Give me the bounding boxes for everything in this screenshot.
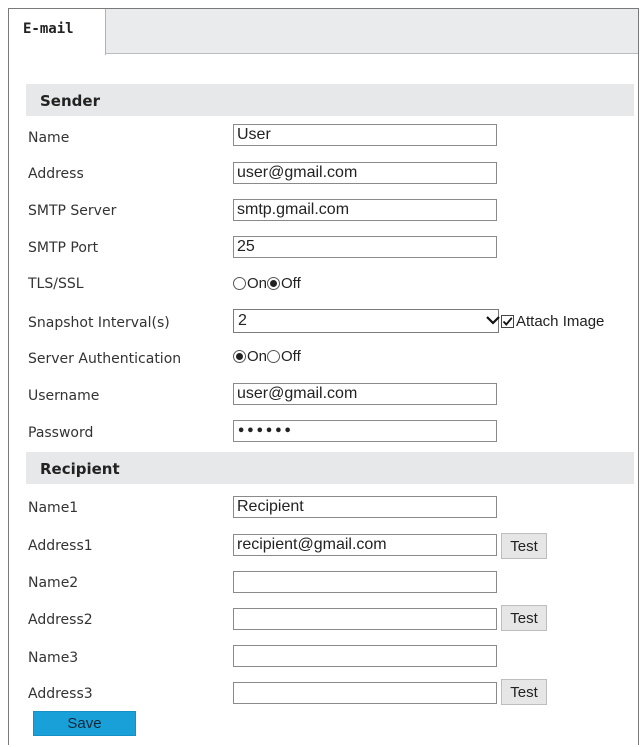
tls-on-label: On bbox=[247, 274, 268, 292]
name3-label: Name3 bbox=[28, 650, 79, 666]
test-address2-button[interactable]: Test bbox=[501, 605, 547, 631]
address1-label: Address1 bbox=[28, 538, 93, 554]
name2-label: Name2 bbox=[28, 575, 79, 591]
tls-off-radio[interactable] bbox=[267, 276, 281, 290]
attach-image-label: Attach Image bbox=[516, 312, 605, 330]
save-button[interactable]: Save bbox=[33, 711, 136, 736]
username-label: Username bbox=[28, 388, 100, 404]
server-auth-label: Server Authentication bbox=[28, 351, 182, 367]
name1-input[interactable] bbox=[233, 496, 497, 518]
snapshot-interval-select[interactable]: 2 bbox=[233, 309, 500, 333]
auth-off-label: Off bbox=[281, 347, 301, 365]
sender-address-input[interactable] bbox=[233, 162, 497, 184]
sender-name-label: Name bbox=[28, 130, 70, 146]
tab-email-label: E-mail bbox=[23, 21, 74, 37]
name1-label: Name1 bbox=[28, 500, 79, 516]
smtp-port-label: SMTP Port bbox=[28, 240, 99, 256]
name2-input[interactable] bbox=[233, 571, 497, 593]
auth-on-label: On bbox=[247, 347, 268, 365]
username-input[interactable] bbox=[233, 383, 497, 405]
panel-frame bbox=[8, 8, 639, 745]
test-address3-button[interactable]: Test bbox=[501, 679, 547, 705]
address2-label: Address2 bbox=[28, 612, 93, 628]
attach-image-checkbox-wrap[interactable]: Attach Image bbox=[501, 311, 604, 331]
name3-input[interactable] bbox=[233, 645, 497, 667]
password-input[interactable] bbox=[233, 420, 497, 442]
auth-on-radio[interactable] bbox=[233, 349, 246, 363]
smtp-server-label: SMTP Server bbox=[28, 203, 117, 219]
sender-section-header: Sender bbox=[26, 84, 634, 116]
snapshot-interval-value: 2 bbox=[238, 312, 247, 329]
address1-input[interactable] bbox=[233, 534, 497, 556]
address3-label: Address3 bbox=[28, 686, 93, 702]
checkmark-icon bbox=[502, 316, 513, 326]
tls-off-label: Off bbox=[281, 274, 301, 292]
address2-input[interactable] bbox=[233, 608, 497, 630]
attach-image-checkbox[interactable] bbox=[501, 314, 514, 328]
chevron-down-icon bbox=[486, 316, 500, 325]
tab-email[interactable]: E-mail bbox=[9, 9, 106, 55]
address3-input[interactable] bbox=[233, 682, 497, 704]
sender-name-input[interactable] bbox=[233, 124, 497, 146]
sender-heading: Sender bbox=[40, 92, 100, 110]
server-auth-radio-group: On Off bbox=[233, 346, 301, 366]
recipient-heading: Recipient bbox=[40, 460, 120, 478]
tls-ssl-radio-group: On Off bbox=[233, 273, 301, 293]
recipient-section-header: Recipient bbox=[26, 452, 634, 484]
smtp-port-input[interactable] bbox=[233, 236, 497, 258]
tls-on-radio[interactable] bbox=[233, 276, 246, 290]
tls-ssl-label: TLS/SSL bbox=[28, 276, 84, 292]
smtp-server-input[interactable] bbox=[233, 199, 497, 221]
test-address1-button[interactable]: Test bbox=[501, 533, 547, 559]
auth-off-radio[interactable] bbox=[267, 349, 281, 363]
sender-address-label: Address bbox=[28, 166, 84, 182]
password-label: Password bbox=[28, 425, 94, 441]
snapshot-interval-label: Snapshot Interval(s) bbox=[28, 315, 170, 331]
